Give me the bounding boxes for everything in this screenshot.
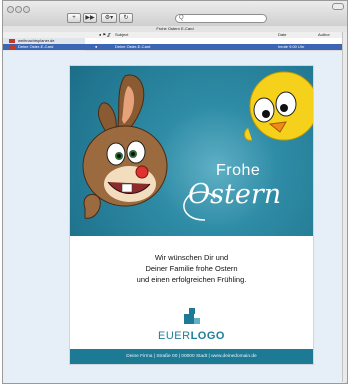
- greeting-line: Deiner Familie frohe Ostern: [145, 264, 238, 273]
- toolbar: + ▶▶ ⚙▾ ↻ Q: [3, 1, 347, 27]
- unread-dot-icon: ●: [95, 44, 98, 49]
- message-subject: Deine Oster-E-Card: [115, 44, 151, 49]
- mailbox-icon: [9, 38, 15, 43]
- scrollbar[interactable]: [342, 32, 347, 382]
- action-gear-button[interactable]: ⚙▾: [101, 13, 117, 23]
- zoom-window-icon[interactable]: [23, 6, 30, 13]
- headline-ostern: Ostern: [188, 179, 282, 210]
- greeting-line: Wir wünschen Dir und: [154, 253, 229, 262]
- search-icon: Q: [179, 15, 184, 21]
- minimize-window-icon[interactable]: [15, 6, 22, 13]
- greeting-line: und einen erfolgreichen Frühling.: [136, 275, 247, 284]
- mailbox-icon: [9, 44, 15, 49]
- chick-illustration: [244, 71, 313, 141]
- close-window-icon[interactable]: [7, 6, 14, 13]
- headline-frohe: Frohe: [216, 162, 261, 179]
- sidebar-item-label: Deine Oster-E-Card: [18, 44, 54, 49]
- sidebar-item-oster-ecard[interactable]: Deine Oster-E-Card: [9, 44, 53, 49]
- sidebar-item-weihnachtsplaner[interactable]: weihnachtsplaner.de: [9, 38, 54, 43]
- search-field[interactable]: Q: [175, 14, 267, 23]
- logo-part-logo: LOGO: [190, 330, 225, 342]
- message-row[interactable]: ● Deine Oster-E-Card heute 9:00 Uhr: [85, 44, 345, 50]
- easter-banner: Frohe Ostern: [70, 66, 313, 236]
- logo-part-euer: EUER: [158, 330, 191, 342]
- search-input[interactable]: [185, 15, 256, 21]
- sidebar-item-label: weihnachtsplaner.de: [18, 38, 55, 43]
- logo-icon: [184, 308, 200, 324]
- easter-ecard: Frohe Ostern Wir wünschen Dir und Deiner…: [69, 65, 314, 365]
- mail-window: + ▶▶ ⚙▾ ↻ Q Frohe Ostern E-Card ● ⚑ 𝒥 Su…: [2, 0, 348, 384]
- new-message-button[interactable]: +: [67, 13, 81, 23]
- logo-text: EUERLOGO: [70, 330, 313, 342]
- forward-button[interactable]: ▶▶: [83, 13, 97, 23]
- toolbar-toggle-icon[interactable]: [332, 3, 344, 10]
- refresh-button[interactable]: ↻: [119, 13, 133, 23]
- card-footer: Deine Firma | Straße 00 | 00000 Stadt | …: [70, 349, 313, 364]
- greeting-text: Wir wünschen Dir und Deiner Familie froh…: [70, 252, 313, 285]
- message-date: heute 9:00 Uhr: [278, 44, 305, 49]
